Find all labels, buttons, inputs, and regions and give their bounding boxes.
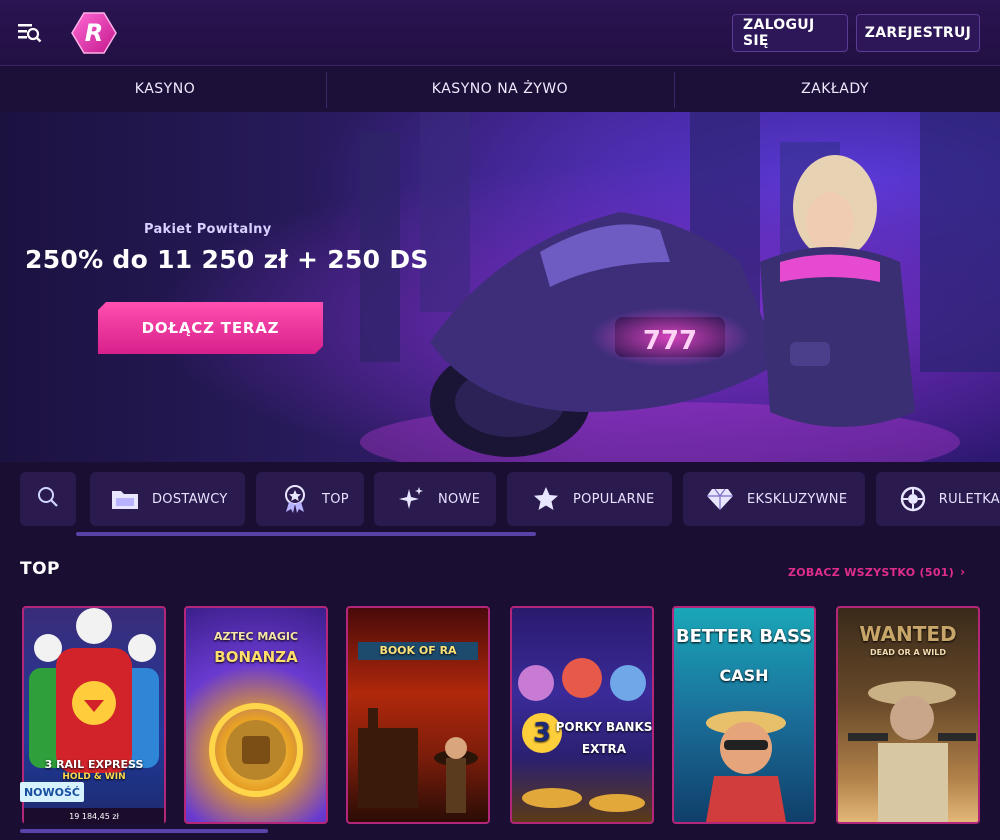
login-button[interactable]: ZALOGUJ SIĘ xyxy=(732,14,848,52)
hero-illustration: 777 xyxy=(360,112,1000,462)
game-artwork xyxy=(848,681,976,822)
medal-icon xyxy=(278,482,312,516)
folder-icon xyxy=(108,482,142,516)
search-icon xyxy=(36,485,60,513)
game-title: 3 RAIL EXPRESS xyxy=(44,758,144,771)
game-artwork xyxy=(518,658,646,812)
main-nav: KASYNO KASYNO NA ŻYWO ZAKŁADY xyxy=(0,66,1000,112)
game-tile-better-bass-cash[interactable]: BETTER BASS CASH xyxy=(672,606,816,824)
top-header: R ZALOGUJ SIĘ ZAREJESTRUJ xyxy=(0,0,1000,66)
game-tile-book-of-ra[interactable]: BOOK OF RA xyxy=(346,606,490,824)
category-dostawcy[interactable]: DOSTAWCY xyxy=(90,472,245,526)
category-label: DOSTAWCY xyxy=(152,491,228,507)
section-title-top: TOP xyxy=(20,559,61,579)
roulette-icon xyxy=(898,482,929,516)
game-title: PORKY BANKS xyxy=(555,720,653,734)
category-label: NOWE xyxy=(438,491,481,507)
category-label: RULETKA xyxy=(938,491,1000,507)
game-subtitle: HOLD & WIN xyxy=(62,772,126,782)
hexagon-logo-icon[interactable]: R xyxy=(70,10,118,56)
sparkle-icon xyxy=(394,482,428,516)
category-ekskluzywne[interactable]: EKSKLUZYWNE xyxy=(683,472,865,526)
game-artwork xyxy=(706,711,786,822)
chevron-right-icon: › xyxy=(960,565,966,579)
register-button[interactable]: ZAREJESTRUJ xyxy=(856,14,980,52)
game-artwork xyxy=(209,703,303,797)
see-all-label: ZOBACZ WSZYSTKO (501) xyxy=(788,565,955,579)
hero-banner[interactable]: 777 Pakiet Powitalny 250% do 11 250 zł +… xyxy=(0,112,1000,462)
hero-subtitle: Pakiet Powitalny xyxy=(144,222,272,237)
logo-letter: R xyxy=(84,19,104,47)
join-now-button[interactable]: DOŁĄCZ TERAZ xyxy=(98,302,323,354)
game-tile-aztec-magic-bonanza[interactable]: AZTEC MAGIC BONANZA xyxy=(184,606,328,824)
category-popularne[interactable]: POPULARNE xyxy=(507,472,672,526)
menu-search-icon[interactable] xyxy=(16,20,44,46)
slot-777-text: 777 xyxy=(643,326,697,356)
category-bar: DOSTAWCY TOP NOWE POPULARNE EKSKLUZYWNE … xyxy=(0,470,1000,528)
category-label: POPULARNE xyxy=(573,491,655,507)
tab-kasyno-na-zywo[interactable]: KASYNO NA ŻYWO xyxy=(330,66,670,112)
game-tile-porky-banks[interactable]: 3 PORKY BANKS EXTRA xyxy=(510,606,654,824)
category-top[interactable]: TOP xyxy=(256,472,364,526)
star-icon xyxy=(529,482,563,516)
category-nowe[interactable]: NOWE xyxy=(374,472,496,526)
tab-zaklady[interactable]: ZAKŁADY xyxy=(670,66,1000,112)
tab-kasyno[interactable]: KASYNO xyxy=(0,66,330,112)
new-badge: NOWOŚĆ xyxy=(20,782,84,802)
see-all-link[interactable]: ZOBACZ WSZYSTKO (501) › xyxy=(788,565,965,579)
hero-title: 250% do 11 250 zł + 250 DS xyxy=(25,245,429,274)
diamond-icon xyxy=(703,482,737,516)
jackpot-amount: 19 184,45 zł xyxy=(24,808,164,824)
category-scrollbar[interactable] xyxy=(76,532,536,536)
game-subtitle: EXTRA xyxy=(581,742,627,756)
category-label: EKSKLUZYWNE xyxy=(747,491,848,507)
nav-divider xyxy=(326,72,327,108)
category-label: TOP xyxy=(322,491,349,507)
category-ruletka[interactable]: RULETKA xyxy=(876,472,1000,526)
game-artwork xyxy=(358,708,478,813)
category-search-button[interactable] xyxy=(20,472,76,526)
games-scrollbar[interactable] xyxy=(20,829,268,833)
game-tile-wanted[interactable]: WANTED DEAD OR A WILD xyxy=(836,606,980,824)
